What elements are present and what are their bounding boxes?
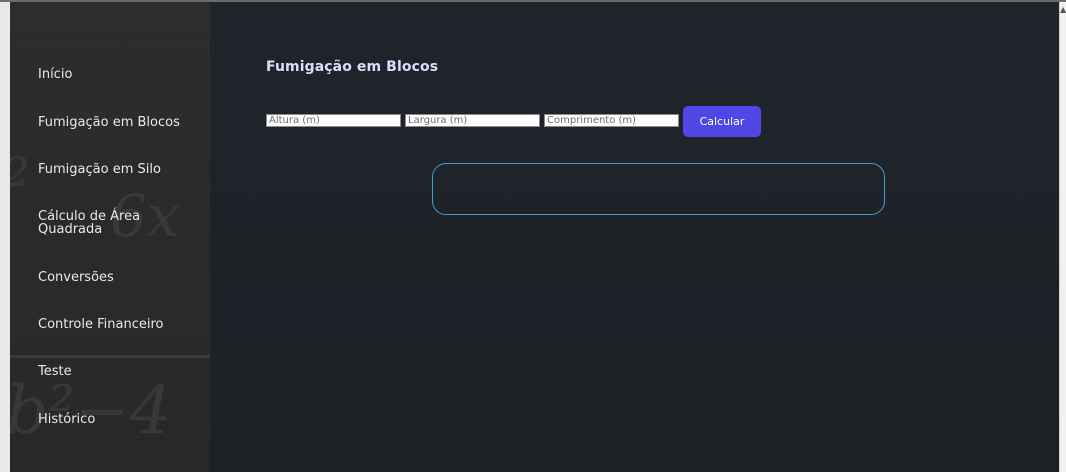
chalk-decoration-2: 2 [10,150,29,196]
chalk-decoration-line [10,355,210,358]
sidebar-item-fumigacao-silo[interactable]: Fumigação em Silo [38,163,161,176]
altura-input[interactable] [266,114,401,127]
sidebar-item-conversoes[interactable]: Conversões [38,271,114,284]
left-gutter [0,2,10,472]
vertical-scrollbar[interactable]: ▲ [1059,2,1066,472]
comprimento-input[interactable] [544,114,679,127]
sidebar-item-calculo-area[interactable]: Cálculo de Área Quadrada [38,210,163,236]
calculate-button[interactable]: Calcular [683,106,761,137]
scroll-up-arrow-icon[interactable]: ▲ [1060,6,1066,14]
sidebar-item-inicio[interactable]: Início [38,68,72,81]
page-title: Fumigação em Blocos [266,59,439,75]
sidebar-item-teste[interactable]: Teste [38,365,72,378]
browser-viewport: 2 6x b²−4 Início Fumigação em Blocos Fum… [0,0,1066,472]
sidebar-item-controle-financeiro[interactable]: Controle Financeiro [38,318,163,331]
largura-input[interactable] [405,114,540,127]
chalk-decoration-b2-4: b²−4 [10,372,172,449]
sidebar-item-historico[interactable]: Histórico [38,413,95,426]
result-box [432,163,885,215]
sidebar-item-fumigacao-blocos[interactable]: Fumigação em Blocos [38,116,180,129]
main-content: Fumigação em Blocos Calcular [210,2,1059,472]
sidebar: 2 6x b²−4 Início Fumigação em Blocos Fum… [10,2,210,472]
